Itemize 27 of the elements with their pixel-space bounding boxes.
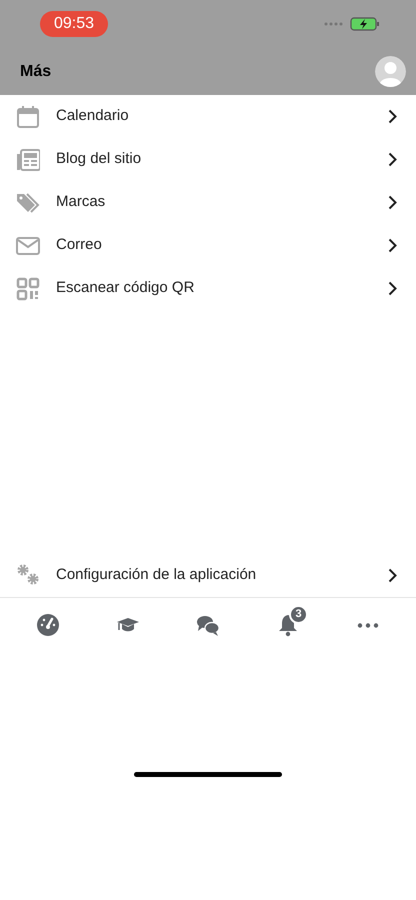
chevron-right-icon [388, 195, 397, 210]
tab-button[interactable]: 3 [260, 603, 316, 647]
chat-bubbles-icon [196, 613, 220, 637]
chevron-right-icon [388, 109, 397, 124]
gears-icon [16, 563, 40, 587]
menu-item[interactable]: Marcas [0, 181, 416, 224]
menu-item[interactable]: Correo [0, 224, 416, 267]
menu-item[interactable]: Calendario [0, 95, 416, 138]
chevron-right-icon [388, 238, 397, 253]
calendar-icon [16, 104, 40, 128]
menu-item[interactable]: Escanear código QR [0, 267, 416, 310]
signal-icon [324, 22, 344, 26]
qr-code-icon [16, 276, 40, 300]
more-icon [356, 622, 380, 628]
chevron-right-icon [388, 568, 397, 582]
tag-icon [16, 190, 40, 214]
avatar-icon[interactable] [375, 56, 406, 87]
chevron-right-icon [388, 281, 397, 296]
notification-badge: 3 [289, 605, 308, 624]
battery-icon [350, 17, 380, 31]
gauge-icon [36, 613, 60, 637]
newspaper-icon [16, 148, 40, 172]
menu-item[interactable]: Configuración de la aplicación [0, 554, 416, 596]
page-title: Más [20, 62, 52, 82]
menu-item[interactable]: Blog del sitio [0, 138, 416, 181]
status-time: 09:53 [40, 11, 108, 37]
chevron-right-icon [388, 152, 397, 167]
